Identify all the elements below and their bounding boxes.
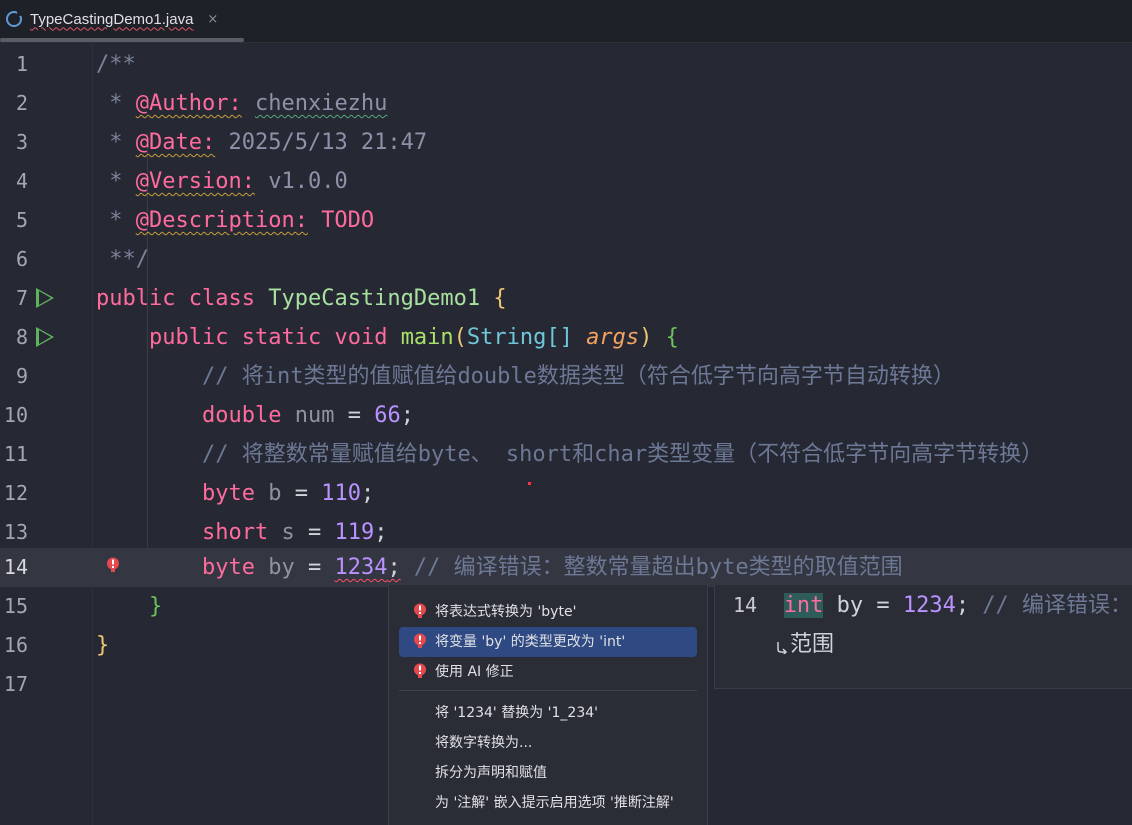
code-line[interactable]: 10 double num = 66; xyxy=(0,396,1132,435)
preview-line-number: 14 xyxy=(733,593,758,617)
file-tab-title[interactable]: TypeCastingDemo1.java xyxy=(30,11,193,28)
quick-fix-ai-fix[interactable]: 使用 AI 修正 xyxy=(399,657,697,687)
code-line[interactable]: 6 **/ xyxy=(0,240,1132,279)
error-bulb-icon xyxy=(414,603,426,618)
code-line-current[interactable]: 14 byte by = 1234; // 编译错误：整数常量超出byte类型的… xyxy=(0,548,1132,587)
editor-tab-bar: TypeCastingDemo1.java × xyxy=(0,0,1132,43)
quick-fix-replace-underscore[interactable]: 将 '1234' 替换为 '1_234' xyxy=(399,698,697,728)
java-class-icon xyxy=(6,10,23,27)
menu-item-label: 拆分为声明和赋值 xyxy=(435,765,547,781)
line-number: 15 xyxy=(3,594,28,618)
quick-fix-cast-to-byte[interactable]: 将表达式转换为 'byte' xyxy=(399,597,697,627)
wrap-arrow-icon xyxy=(777,642,788,654)
file-tab[interactable]: TypeCastingDemo1.java × xyxy=(0,0,244,38)
javadoc-tag: @Date: xyxy=(135,130,216,155)
code-comment: // 编译错误：整数常量超出byte类型的取值范围 xyxy=(400,555,903,580)
code-text[interactable]: // 将int类型的值赋值给double数据类型（符合低字节向高字节自动转换） xyxy=(96,357,955,396)
code-text[interactable]: byte by = 1234; // 编译错误：整数常量超出byte类型的取值范… xyxy=(96,548,903,587)
quick-fix-convert-number[interactable]: 将数字转换为... xyxy=(399,728,697,758)
code-text[interactable]: } xyxy=(96,626,109,665)
close-icon[interactable]: × xyxy=(207,12,218,27)
quick-fix-split-declaration[interactable]: 拆分为声明和赋值 xyxy=(399,758,697,788)
code-line[interactable]: 1 /** xyxy=(0,45,1132,84)
line-number: 1 xyxy=(15,52,28,76)
preview-code-line: 14 int by = 1234; // 编译错误： xyxy=(733,593,1132,618)
javadoc-tag: @Author: xyxy=(135,91,242,116)
run-method-icon[interactable] xyxy=(36,327,54,347)
line-number: 8 xyxy=(15,325,28,349)
javadoc-tag: @Description: xyxy=(135,208,308,233)
line-number: 13 xyxy=(3,520,28,544)
menu-item-label: 将变量 'by' 的类型更改为 'int' xyxy=(435,634,626,650)
error-marker xyxy=(528,482,531,485)
code-line[interactable]: 4 * @Version: v1.0.0 xyxy=(0,162,1132,201)
code-line[interactable]: 2 * @Author: chenxiezhu xyxy=(0,84,1132,123)
error-bulb-icon xyxy=(414,633,426,648)
code-text[interactable]: // 将整数常量赋值给byte、 short和char类型变量（不符合低字节向高… xyxy=(96,435,1043,474)
quick-fix-change-type-int[interactable]: 将变量 'by' 的类型更改为 'int' xyxy=(399,627,697,657)
javadoc-value: TODO xyxy=(321,208,375,233)
code-line[interactable]: 9 // 将int类型的值赋值给double数据类型（符合低字节向高字节自动转换… xyxy=(0,357,1132,396)
line-number: 2 xyxy=(15,91,28,115)
code-line[interactable]: 5 * @Description: TODO xyxy=(0,201,1132,240)
line-number: 6 xyxy=(15,247,28,271)
code-line[interactable]: 7 public class TypeCastingDemo1 { xyxy=(0,279,1132,318)
line-number: 11 xyxy=(3,442,28,466)
preview-wrapped-text: 范围 xyxy=(790,632,835,657)
line-number: 17 xyxy=(3,672,28,696)
line-number: 16 xyxy=(3,633,28,657)
code-line[interactable]: 3 * @Date: 2025/5/13 21:47 xyxy=(0,123,1132,162)
quick-fix-enable-inlay-hint[interactable]: 为 '注解' 嵌入提示启用选项 '推断注解' xyxy=(399,788,697,818)
code-text[interactable]: double num = 66; xyxy=(96,396,414,435)
javadoc-value: 2025/5/13 21:47 xyxy=(228,130,428,155)
code-text[interactable]: short s = 119; xyxy=(96,513,387,552)
code-text[interactable]: byte b = 110; xyxy=(96,474,374,513)
code-text[interactable]: /** xyxy=(96,45,136,84)
line-number: 9 xyxy=(15,364,28,388)
code-text[interactable]: } xyxy=(96,587,162,626)
code-line[interactable]: 11 // 将整数常量赋值给byte、 short和char类型变量（不符合低字… xyxy=(0,435,1132,474)
javadoc-tag: @Version: xyxy=(135,169,255,194)
line-number: 3 xyxy=(15,130,28,154)
javadoc-value: chenxiezhu xyxy=(254,91,388,116)
code-text[interactable]: * @Version: v1.0.0 xyxy=(96,162,348,201)
quick-fix-popup[interactable]: 将表达式转换为 'byte' 将变量 'by' 的类型更改为 'int' 使用 … xyxy=(388,585,708,825)
code-text[interactable]: public static void main(String[] args) { xyxy=(96,318,679,357)
error-bulb-icon xyxy=(414,663,426,678)
menu-item-label: 为 '注解' 嵌入提示启用选项 '推断注解' xyxy=(435,795,674,811)
code-line[interactable]: 12 byte b = 110; xyxy=(0,474,1132,513)
code-text[interactable]: **/ xyxy=(96,240,149,279)
line-number: 7 xyxy=(15,286,28,310)
line-number: 4 xyxy=(15,169,28,193)
line-number: 10 xyxy=(3,403,28,427)
menu-item-label: 将数字转换为... xyxy=(435,735,533,751)
code-text[interactable]: * @Description: TODO xyxy=(96,201,374,240)
code-line[interactable]: 13 short s = 119; xyxy=(0,513,1132,552)
line-number: 5 xyxy=(15,208,28,232)
menu-item-label: 将表达式转换为 'byte' xyxy=(435,604,577,620)
fix-preview-panel: 14 int by = 1234; // 编译错误： 范围 xyxy=(714,585,1132,689)
code-line[interactable]: 8 public static void main(String[] args)… xyxy=(0,318,1132,357)
code-text[interactable]: * @Author: chenxiezhu xyxy=(96,84,387,123)
code-text[interactable]: * @Date: 2025/5/13 21:47 xyxy=(96,123,427,162)
javadoc-value: v1.0.0 xyxy=(268,169,348,194)
active-tab-indicator xyxy=(0,38,244,42)
line-number: 12 xyxy=(3,481,28,505)
menu-item-label: 将 '1234' 替换为 '1_234' xyxy=(435,705,599,721)
code-text[interactable]: public class TypeCastingDemo1 { xyxy=(96,279,507,318)
code-comment: // 将int类型的值赋值给double数据类型（符合低字节向高字节自动转换） xyxy=(201,364,955,389)
preview-changed-type: int xyxy=(783,593,824,618)
error-highlight: 1234 xyxy=(334,555,388,580)
menu-separator xyxy=(399,690,697,691)
menu-item-label: 使用 AI 修正 xyxy=(435,664,514,680)
run-class-icon[interactable] xyxy=(36,288,54,308)
line-number: 14 xyxy=(3,555,28,579)
code-comment: // 将整数常量赋值给byte、 short和char类型变量（不符合低字节向高… xyxy=(201,442,1044,467)
